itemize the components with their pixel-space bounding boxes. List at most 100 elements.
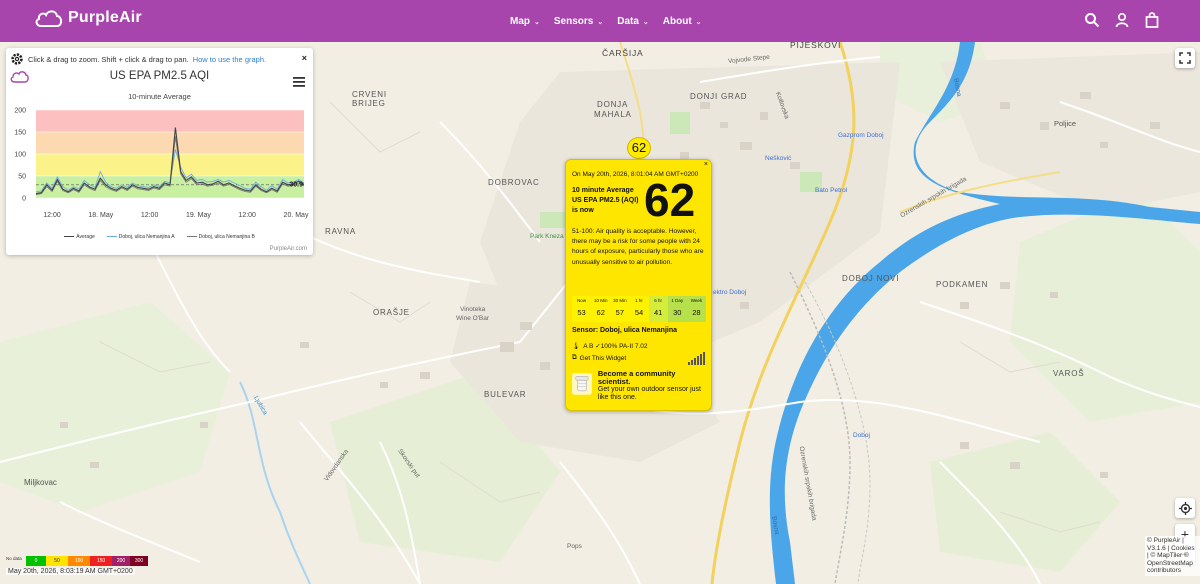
cloud-logo-icon (35, 10, 63, 27)
x-tick-label: 12:00 (43, 212, 61, 219)
poi-label[interactable]: Bato Petrol (815, 187, 847, 194)
history-value: 30 (673, 308, 682, 317)
hamburger-menu-icon[interactable] (293, 74, 305, 92)
x-tick-label: 20. May (284, 212, 309, 219)
history-cell[interactable]: Week 28 (686, 296, 706, 322)
y-tick-label: 50 (18, 174, 26, 181)
fullscreen-icon (1179, 52, 1191, 64)
nav-sensors[interactable]: Sensors ⌄ (554, 16, 603, 27)
sensor-device-icon (572, 373, 592, 395)
legend-item[interactable]: Doboj, ulica Nemanjina B (186, 234, 255, 240)
x-tick-label: 18. May (88, 212, 113, 219)
nav-data[interactable]: Data ⌄ (617, 16, 649, 27)
community-text: Become a community scientist. Get your o… (598, 370, 708, 402)
nav-sensors-label: Sensors (553, 16, 594, 27)
place-label: DOBROVAC (488, 178, 540, 187)
main-nav: Map ⌄ Sensors ⌄ Data ⌄ About ⌄ (510, 16, 702, 27)
popup-description: 51-100: Air quality is acceptable. Howev… (572, 228, 704, 266)
y-tick-label: 0 (22, 196, 26, 203)
history-label: 10 Min (593, 298, 608, 303)
legend-label: Doboj, ulica Nemanjina A (118, 234, 175, 240)
search-icon[interactable] (1084, 12, 1100, 28)
community-promo[interactable]: Become a community scientist. Get your o… (572, 370, 708, 402)
scale-segment: 150 (90, 556, 112, 566)
gear-icon[interactable] (10, 52, 24, 66)
place-label: RAVNA (325, 227, 356, 236)
poi-label[interactable]: Nešković (765, 155, 791, 162)
poi-label[interactable]: Doboj (853, 432, 870, 439)
signal-strength-icon (688, 352, 705, 365)
nav-map[interactable]: Map ⌄ (510, 16, 540, 27)
scale-segment: 50 (46, 556, 68, 566)
poi-label[interactable]: Wine O'Bar (456, 315, 489, 322)
scale-value: 200 (116, 558, 126, 564)
y-tick-label: 200 (14, 108, 26, 115)
history-value: 54 (634, 308, 644, 317)
nav-about[interactable]: About ⌄ (663, 16, 702, 27)
y-tick-label: 150 (14, 130, 26, 137)
sensor-marker[interactable]: 62 (627, 137, 651, 159)
geolocate-button[interactable] (1175, 498, 1195, 518)
sensor-meta: 🌡︎ A B ✓100% PA-II 7.02 (572, 342, 648, 350)
nav-map-label: Map (510, 16, 530, 27)
place-label: ČARŠIJA (602, 48, 644, 58)
legend-item[interactable]: Doboj, ulica Nemanjina A (106, 234, 175, 240)
aqi-band (36, 132, 304, 154)
history-label: 1 Day (671, 298, 684, 303)
history-cell[interactable]: 1 hr 54 (629, 296, 649, 322)
popup-aqi-value: 62 (644, 174, 696, 226)
poi-label[interactable]: Pops (567, 543, 582, 550)
sensor-meta-text: A B ✓100% PA-II 7.02 (583, 343, 648, 350)
get-widget-link[interactable]: ⧉ Get This Widget (572, 354, 626, 362)
chart-credit[interactable]: PurpleAir.com (270, 246, 307, 252)
scale-value: 150 (96, 558, 106, 564)
poi-label[interactable]: Gazprom Doboj (838, 132, 884, 139)
history-value: 62 (596, 308, 605, 317)
scale-segment: 100 (68, 556, 90, 566)
place-label: CRVENI (352, 90, 387, 99)
history-value: 28 (692, 308, 701, 317)
history-cell[interactable]: Now 53 (572, 296, 592, 322)
copy-icon: ⧉ (572, 354, 577, 361)
fullscreen-button[interactable] (1175, 48, 1195, 68)
top-navigation-bar: PurpleAir Map ⌄ Sensors ⌄ Data ⌄ About ⌄ (0, 0, 1200, 42)
poi-label[interactable]: ektro Doboj (713, 289, 746, 296)
poi-label[interactable]: Park Kneza (530, 233, 564, 240)
aqi-line-chart[interactable]: 0 50 100 150 200 12:00 18. May 12:00 19. May 12:0… (6, 106, 313, 226)
scale-segment: 300 (130, 556, 148, 566)
account-icon[interactable] (1114, 12, 1130, 28)
community-body: Get your own outdoor sensor just like th… (597, 386, 702, 401)
chart-legend: Average Doboj, ulica Nemanjina A Doboj, … (6, 234, 313, 240)
history-cell[interactable]: 1 Day 30 (667, 296, 687, 322)
aqi-band (36, 110, 304, 132)
history-cell[interactable]: 10 Min 62 (591, 296, 611, 322)
sensor-name[interactable]: Sensor: Doboj, ulica Nemanjina (572, 327, 677, 334)
close-icon[interactable]: × (704, 161, 708, 168)
chart-subtitle: 10-minute Average (128, 92, 191, 101)
place-label: DONJA (597, 100, 629, 109)
thermometer-icon: 🌡︎ (572, 343, 581, 350)
place-label: BULEVAR (484, 390, 527, 399)
brand-name: PurpleAir (68, 9, 142, 26)
place-label: DOBOJ NOVI (842, 274, 900, 283)
chart-help-link[interactable]: How to use the graph. (193, 55, 266, 64)
aqi-history-table: Now 53 10 Min 62 30 Min 57 1 hr 54 6 hr 41 1 … (572, 296, 706, 322)
place-label: MAHALA (594, 110, 632, 119)
history-cell[interactable]: 6 hr 41 (648, 296, 668, 322)
history-cell[interactable]: 30 Min 57 (610, 296, 630, 322)
close-icon[interactable]: × (302, 53, 307, 63)
header-icons (1084, 12, 1160, 28)
poi-label[interactable]: Vinoteka (460, 306, 485, 313)
scale-segment: 200 (112, 556, 130, 566)
cart-icon[interactable] (1144, 12, 1160, 28)
x-tick-label: 19. May (186, 212, 211, 219)
brand-logo[interactable]: PurpleAir (34, 8, 142, 28)
legend-item[interactable]: Average (64, 234, 95, 240)
history-label: Week (690, 298, 703, 303)
history-label: 30 Min (613, 298, 627, 303)
chart-title: US EPA PM2.5 AQI (109, 70, 210, 82)
map-attribution[interactable]: © PurpleAir | V3.1.6 | Cookies | © MapTi… (1145, 536, 1200, 576)
scale-value: 100 (74, 558, 84, 564)
x-tick-label: 12:00 (141, 212, 159, 219)
nav-about-label: About (662, 16, 692, 27)
